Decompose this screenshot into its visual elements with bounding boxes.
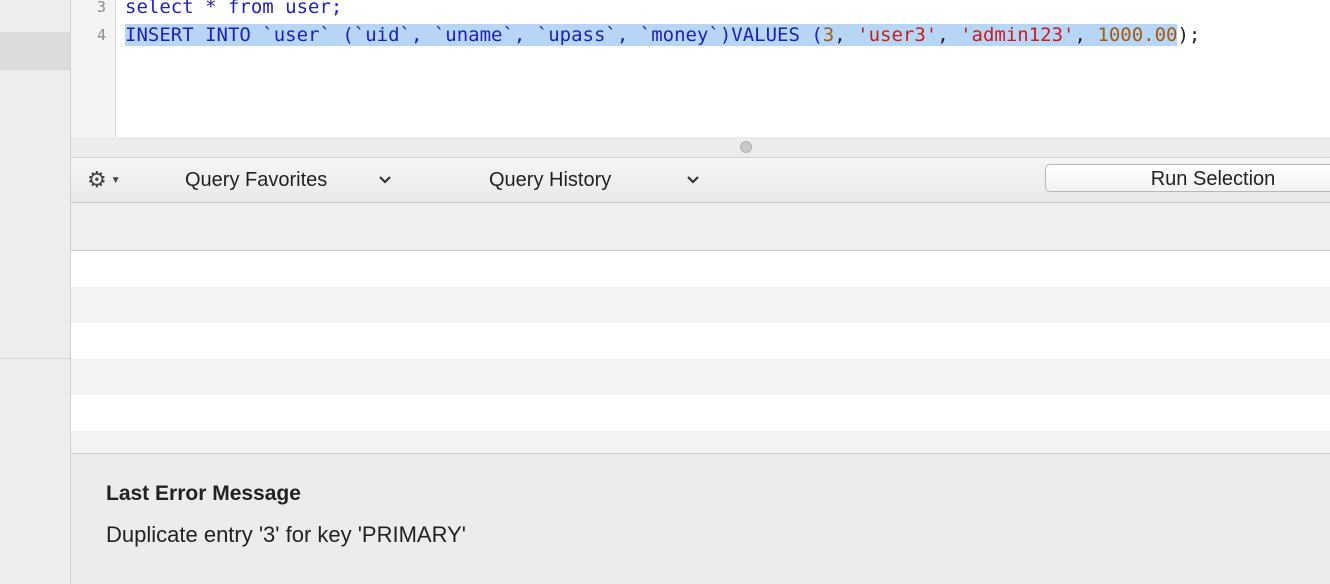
table-row: [71, 359, 1330, 395]
drag-handle-dot[interactable]: [740, 141, 752, 153]
chevron-down-icon[interactable]: [378, 158, 392, 202]
line-number: 3: [96, 0, 106, 16]
table-row: [71, 323, 1330, 359]
results-header: [71, 203, 1330, 251]
query-toolbar: ⚙ ▼ Query Favorites Query History Run Se…: [71, 158, 1330, 203]
run-selection-button[interactable]: Run Selection: [1045, 164, 1330, 192]
error-pane: Last Error Message Duplicate entry '3' f…: [71, 453, 1330, 584]
results-grid[interactable]: [71, 251, 1330, 453]
line-number: 4: [96, 26, 106, 44]
gear-icon: ⚙: [87, 167, 107, 192]
sidebar-selected-row[interactable]: [0, 32, 70, 70]
code-line-4[interactable]: INSERT INTO `user` (`uid`, `uname`, `upa…: [125, 21, 1200, 49]
app-window: 3 4 select * from user; INSERT INTO `use…: [0, 0, 1330, 584]
code-token-number: 3: [822, 24, 835, 46]
code-token-string: 'user3': [857, 24, 938, 46]
line-number-gutter: 3 4: [71, 0, 116, 137]
table-row: [71, 431, 1330, 453]
split-view-handle[interactable]: [71, 137, 1330, 158]
query-editor[interactable]: 3 4 select * from user; INSERT INTO `use…: [71, 0, 1330, 138]
code-token: ,: [937, 24, 961, 46]
selection-highlight: INSERT INTO `user` (`uid`, `uname`, `upa…: [125, 24, 1178, 46]
sidebar: [0, 0, 71, 584]
caret-down-icon: ▼: [110, 174, 121, 186]
error-message: Duplicate entry '3' for key 'PRIMARY': [106, 522, 466, 547]
code-token-string: 'admin123': [960, 24, 1075, 46]
table-row: [71, 287, 1330, 323]
code-line-3[interactable]: select * from user;: [125, 0, 342, 21]
code-token: ,: [834, 24, 858, 46]
code-area[interactable]: select * from user; INSERT INTO `user` (…: [116, 0, 1330, 138]
query-favorites-button[interactable]: Query Favorites: [185, 158, 327, 202]
error-title: Last Error Message: [106, 482, 301, 505]
code-token-number: 1000.00: [1097, 24, 1178, 46]
code-token: INSERT INTO `user` (`uid`, `uname`, `upa…: [125, 24, 823, 46]
table-row: [71, 251, 1330, 287]
query-history-button[interactable]: Query History: [489, 158, 611, 202]
sidebar-divider: [0, 358, 70, 359]
code-token: ,: [1074, 24, 1098, 46]
code-token: );: [1177, 24, 1201, 46]
chevron-down-icon[interactable]: [686, 158, 700, 202]
table-row: [71, 395, 1330, 431]
gear-menu-button[interactable]: ⚙ ▼: [87, 158, 121, 202]
